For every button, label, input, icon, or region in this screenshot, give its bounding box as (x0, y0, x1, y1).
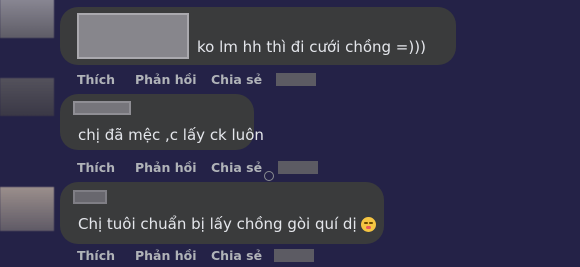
reply-button[interactable]: Phản hồi (135, 160, 197, 175)
share-button[interactable]: Chia sẻ (211, 72, 262, 87)
share-button[interactable]: Chia sẻ (211, 160, 262, 175)
comment-text: chị đã mệc ,c lấy ck luôn (78, 126, 264, 144)
timestamp-redacted[interactable] (274, 249, 314, 262)
comment-bubble (60, 182, 384, 244)
comment-text: ko lm hh thì đi cưới chồng =))) (197, 38, 426, 56)
share-button[interactable]: Chia sẻ (211, 248, 262, 263)
reply-button[interactable]: Phản hồi (135, 248, 197, 263)
reply-button[interactable]: Phản hồi (135, 72, 197, 87)
commenter-name-redacted[interactable] (73, 190, 107, 204)
like-button[interactable]: Thích (77, 72, 115, 87)
timestamp-redacted[interactable] (278, 161, 318, 174)
commenter-name-redacted[interactable] (77, 13, 189, 59)
like-button[interactable]: Thích (77, 160, 115, 175)
like-button[interactable]: Thích (77, 248, 115, 263)
avatar[interactable] (0, 78, 54, 116)
tired-face-emoji-icon (360, 217, 376, 232)
avatar[interactable] (0, 187, 54, 231)
globe-icon (264, 171, 274, 181)
commenter-name-redacted[interactable] (73, 101, 131, 115)
avatar[interactable] (0, 0, 54, 38)
timestamp-redacted[interactable] (276, 73, 316, 86)
comment-text-content: Chị tuôi chuẩn bị lấy chồng gòi quí dị (78, 215, 357, 233)
comment-text: Chị tuôi chuẩn bị lấy chồng gòi quí dị (78, 215, 376, 233)
